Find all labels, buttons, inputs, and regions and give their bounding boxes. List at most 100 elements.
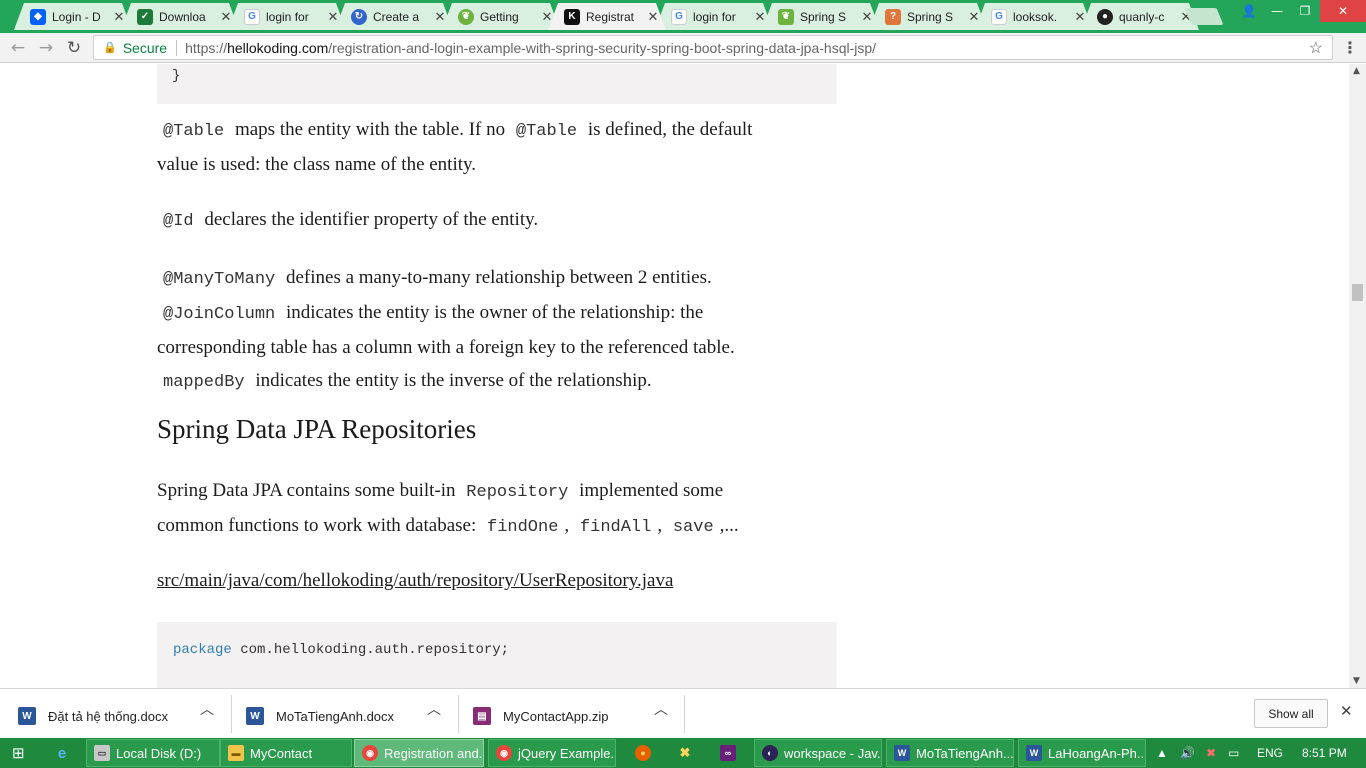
paragraph-text: ,... [719, 515, 739, 536]
refresh-circle-icon: ↻ [351, 8, 367, 25]
paragraph-table-annotation: @Table maps the entity with the table. I… [157, 113, 837, 181]
taskbar-label: Registration and... [384, 745, 484, 761]
page-scrollbar[interactable]: ▲ ▼ [1349, 64, 1366, 688]
visual-studio-icon[interactable]: ∞ [713, 739, 743, 767]
close-icon[interactable]: ✕ [1340, 702, 1353, 720]
volume-icon[interactable]: 🔊 [1180, 738, 1195, 768]
paragraph-text: maps the entity with the table. If no [234, 119, 506, 140]
tab-title: Downloa [159, 9, 206, 24]
spring-leaf-icon: ❦ [458, 8, 474, 25]
eclipse-icon: ◐ [762, 745, 778, 761]
paragraph-text: Spring Data JPA contains some built-in [157, 480, 456, 501]
close-tab-icon[interactable]: ✕ [219, 9, 233, 25]
profile-icon[interactable]: 👤 [1234, 0, 1264, 22]
browser-menu-icon[interactable]: ⋮ [1342, 38, 1358, 57]
download-item[interactable]: ▤ MyContactApp.zip [473, 697, 609, 735]
minimize-icon[interactable]: — [1262, 0, 1292, 22]
tab-quanly-github[interactable]: ● quanly-c ✕ [1081, 3, 1199, 30]
chevron-up-icon[interactable]: ︿ [200, 699, 214, 719]
taskbar-button-lahoangan[interactable]: W LaHoangAn-Ph... [1018, 739, 1146, 767]
internet-explorer-icon[interactable]: e [48, 739, 78, 767]
restore-icon[interactable]: ❐ [1290, 0, 1320, 22]
window-close-icon[interactable]: ✕ [1320, 0, 1366, 22]
browser-tab-strip: ◆ Login - D ✕ ✓ Downloa ✕ G login for ✕ … [0, 0, 1366, 33]
clock[interactable]: 8:51 PM [1302, 738, 1347, 768]
download-item[interactable]: W Đặt tả hệ thống.docx [18, 697, 168, 735]
url-scheme: https:// [185, 39, 228, 56]
drive-icon: ▭ [94, 745, 110, 761]
github-icon: ● [1097, 8, 1113, 25]
taskbar-button-eclipse[interactable]: ◐ workspace - Jav... [754, 739, 882, 767]
inline-code: findAll [579, 518, 652, 537]
firefox-logo-icon: ● [635, 745, 651, 761]
scrollbar-thumb[interactable] [1352, 284, 1363, 301]
tab-create[interactable]: ↻ Create a ✕ [335, 3, 453, 30]
check-icon: ✓ [137, 8, 153, 25]
visual-studio-logo-icon: ∞ [720, 745, 736, 761]
close-tab-icon[interactable]: ✕ [860, 9, 874, 25]
chrome-icon: ◉ [496, 745, 512, 761]
taskbar-button-local-disk[interactable]: ▭ Local Disk (D:) [86, 739, 220, 767]
paragraph-text: , [657, 515, 663, 536]
new-tab-button[interactable] [1184, 8, 1224, 25]
taskbar-button-motatienganh[interactable]: W MoTaTiengAnh.... [886, 739, 1014, 767]
paragraph-repository-intro: Spring Data JPA contains some built-in R… [157, 474, 837, 544]
chevron-up-icon[interactable]: ︿ [427, 699, 441, 719]
scroll-down-arrow-icon[interactable]: ▼ [1353, 676, 1360, 686]
address-bar[interactable]: 🔒 Secure https://hellokoding.com/registr… [93, 35, 1333, 60]
scroll-up-arrow-icon[interactable]: ▲ [1353, 66, 1360, 76]
file-path-link[interactable]: src/main/java/com/hellokoding/auth/repos… [157, 566, 673, 596]
wrench-icon: ✖ [679, 745, 691, 760]
tab-getting[interactable]: ❦ Getting ✕ [442, 3, 560, 30]
action-center-icon[interactable]: ▭ [1228, 738, 1239, 768]
ie-logo-icon: e [57, 744, 67, 762]
language-indicator[interactable]: ENG [1257, 738, 1283, 768]
taskbar-button-mycontact[interactable]: ▬ MyContact [220, 739, 352, 767]
word-doc-icon: W [18, 707, 36, 725]
firefox-icon[interactable]: ● [628, 739, 658, 767]
tab-download[interactable]: ✓ Downloa ✕ [121, 3, 239, 30]
tab-spring-security-2[interactable]: ? Spring S ✕ [869, 3, 987, 30]
paragraph-text: common functions to work with database: [157, 515, 477, 536]
paragraph-text: indicates the entity is the inverse of t… [255, 370, 652, 391]
code-block-entity-end: } [157, 64, 837, 104]
chevron-up-icon[interactable]: ︿ [654, 699, 668, 719]
taskbar-button-registration[interactable]: ◉ Registration and... [354, 739, 484, 767]
back-arrow-icon[interactable]: ← [6, 36, 30, 60]
download-item[interactable]: W MoTaTiengAnh.docx [246, 697, 394, 735]
close-tab-icon[interactable]: ✕ [112, 9, 126, 25]
paragraph-text: corresponding table has a column with a … [157, 337, 735, 358]
tab-title: login for [266, 9, 309, 24]
secure-label: Secure [122, 39, 168, 56]
tab-login-google[interactable]: G login for ✕ [228, 3, 346, 30]
tools-app-icon[interactable]: ✖ [670, 739, 700, 767]
close-tab-icon[interactable]: ✕ [433, 9, 447, 25]
close-tab-icon[interactable]: ✕ [326, 9, 340, 25]
windows-start-icon[interactable]: ⊞ [8, 739, 34, 767]
spring-leaf-icon: ❦ [778, 8, 794, 25]
tray-overflow-chevron-icon[interactable]: ▲ [1156, 738, 1168, 768]
lock-icon: 🔒 [103, 42, 117, 54]
close-tab-icon[interactable]: ✕ [646, 9, 660, 25]
close-tab-icon[interactable]: ✕ [753, 9, 767, 25]
paragraph-text: declares the identifier property of the … [204, 209, 539, 230]
divider [458, 695, 459, 733]
show-all-downloads-button[interactable]: Show all [1254, 699, 1328, 728]
network-error-icon[interactable]: ✖ [1206, 738, 1216, 768]
tab-spring-security-1[interactable]: ❦ Spring S ✕ [762, 3, 880, 30]
forward-arrow-icon[interactable]: → [34, 36, 58, 60]
inline-code: @Table [515, 122, 578, 141]
taskbar-button-jquery-example[interactable]: ◉ jQuery Example... [488, 739, 616, 767]
reload-icon[interactable]: ↻ [62, 36, 86, 60]
folder-icon: ▬ [228, 745, 244, 761]
bookmark-star-icon[interactable]: ☆ [1309, 38, 1323, 58]
tab-login-dropbox[interactable]: ◆ Login - D ✕ [14, 3, 132, 30]
code-block-repository: package com.hellokoding.auth.repository; [157, 622, 837, 688]
chrome-icon: ◉ [362, 745, 378, 761]
tab-looksok[interactable]: G looksok. ✕ [975, 3, 1093, 30]
tab-login-google-2[interactable]: G login for ✕ [655, 3, 773, 30]
tab-registration-active[interactable]: K Registrat ✕ [548, 3, 666, 30]
page-viewport: } @Table maps the entity with the table.… [0, 64, 1366, 688]
browser-toolbar: ← → ↻ 🔒 Secure https://hellokoding.com/r… [0, 33, 1366, 63]
windows-taskbar: ⊞ e ▭ Local Disk (D:) ▬ MyContact ◉ Regi… [0, 738, 1366, 768]
